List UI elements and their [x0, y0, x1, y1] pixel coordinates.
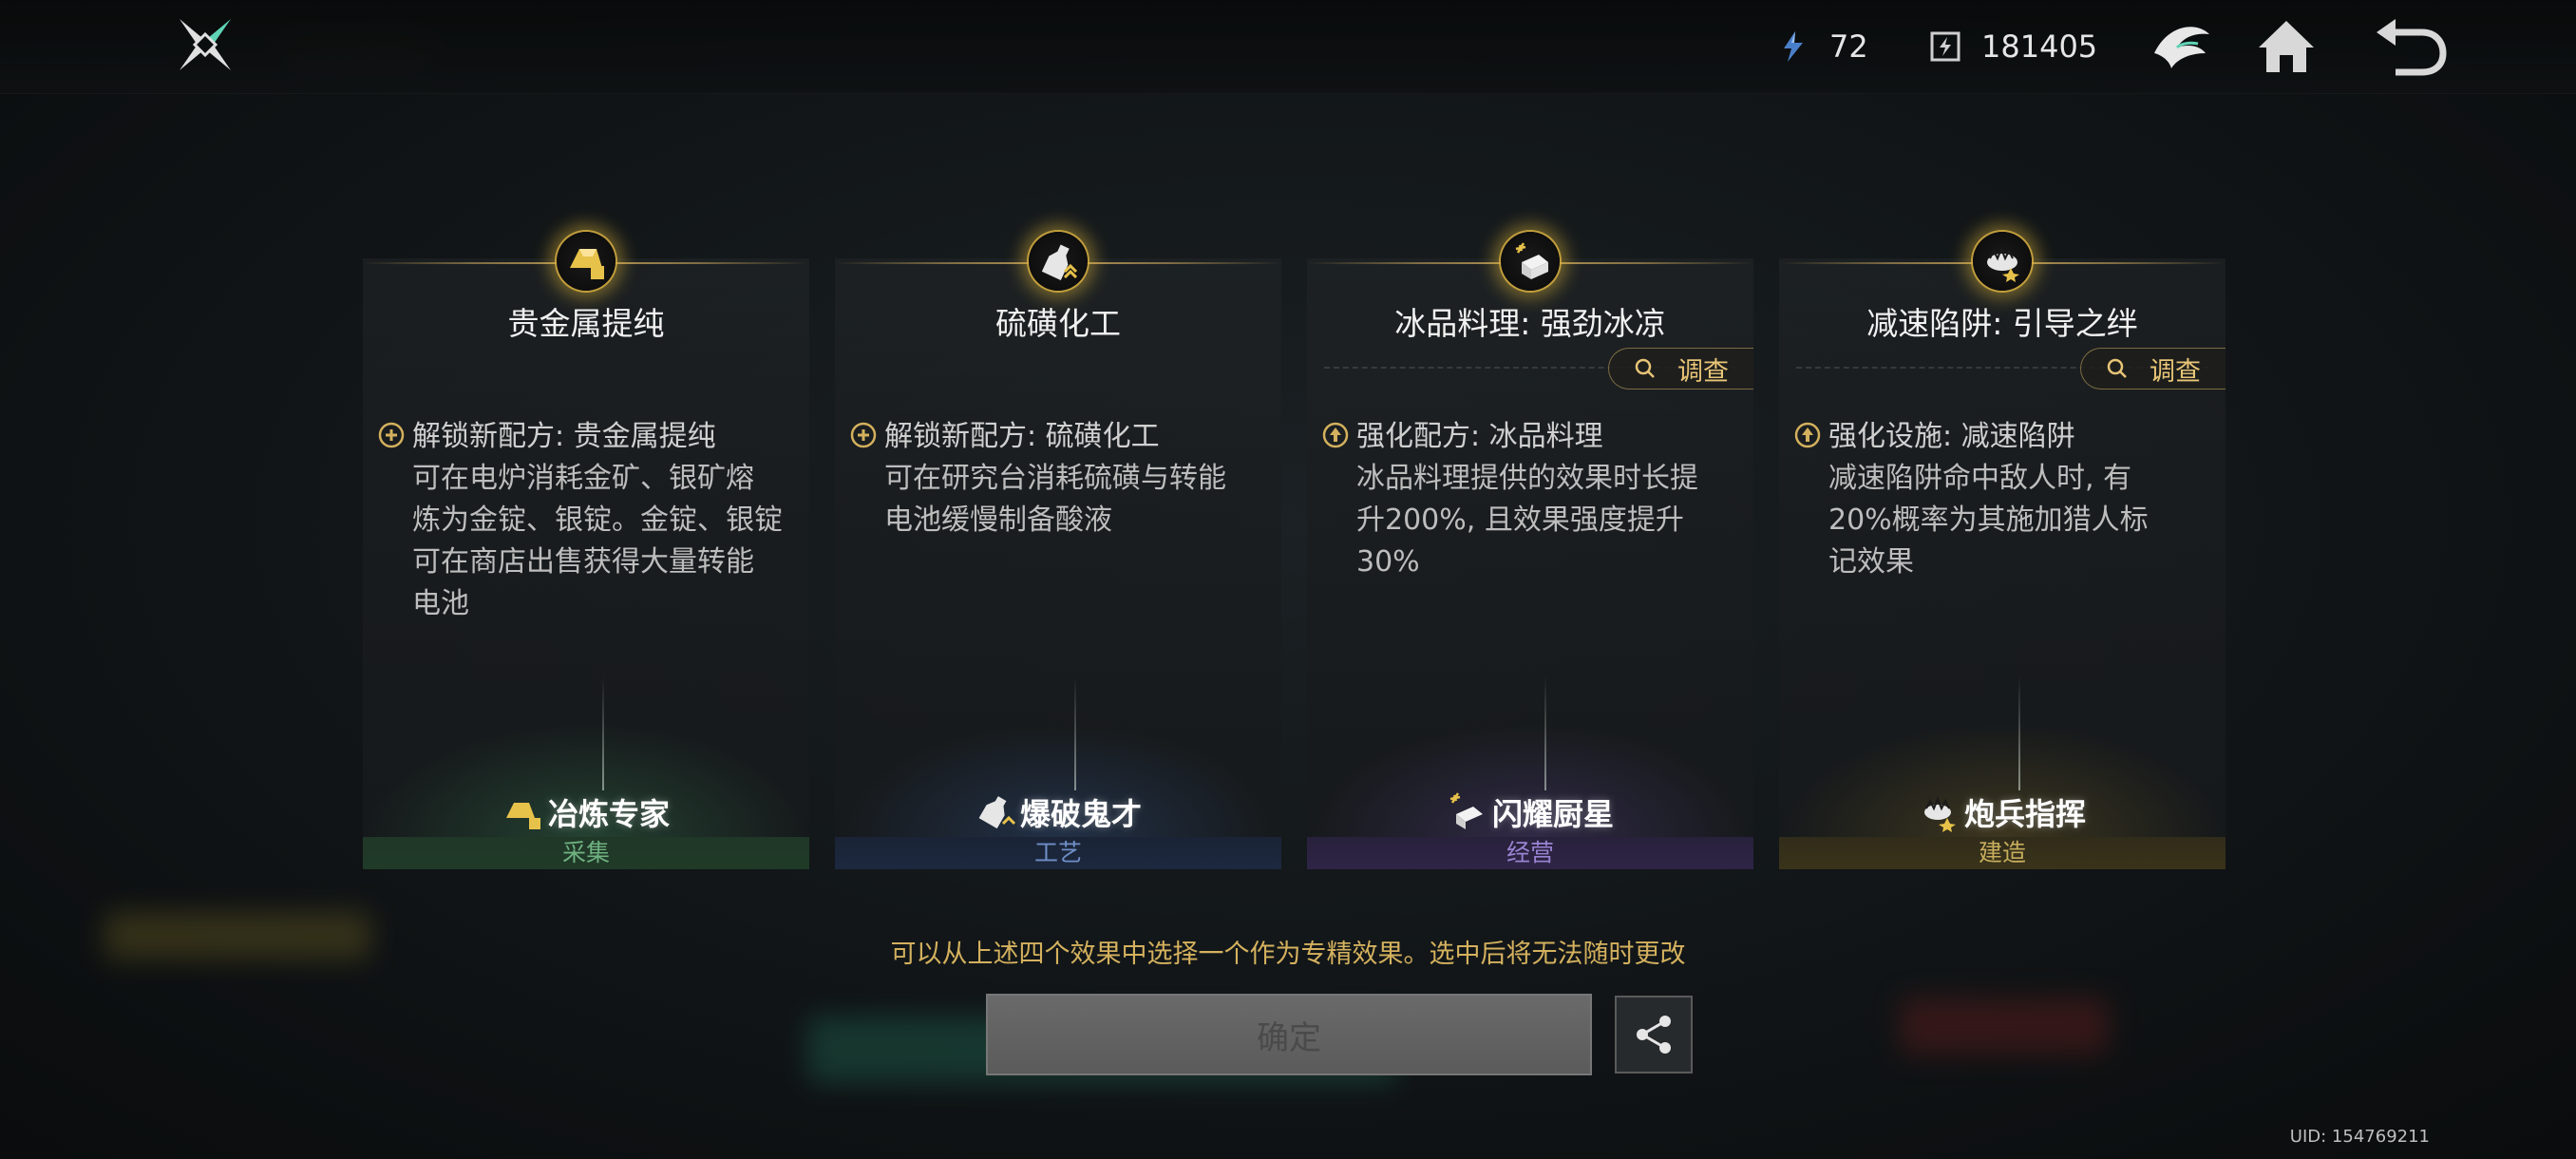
light-beam: [1544, 676, 1546, 790]
shining-chef-icon: [1449, 792, 1483, 829]
talent-name: 爆破鬼才: [1019, 796, 1142, 832]
effect-block: 强化设施: 减速陷阱 减速陷阱命中敌人时, 有 20%概率为其施加猎人标 记效果: [1794, 416, 2212, 583]
light-beam: [2018, 676, 2020, 790]
investigate-label: 调查: [2150, 356, 2201, 387]
category-bar: 经营: [1307, 837, 1753, 869]
effect-heading: 解锁新配方: 硫磺化工: [884, 420, 1160, 453]
upgrade-arrow-icon: [1794, 422, 1821, 448]
artillery-commander-icon: [1923, 796, 1956, 832]
back-arrow-icon[interactable]: [2371, 15, 2449, 78]
effect-heading: 强化配方: 冰品料理: [1356, 420, 1603, 453]
effect-line: 电池: [412, 587, 469, 620]
specialization-card[interactable]: 硫磺化工 解锁新配方: 硫磺化工 可在研究台消耗硫磺与转能 电池缓慢制备酸液 爆…: [835, 232, 1281, 869]
investigate-label: 调查: [1677, 356, 1729, 387]
card-title: 硫磺化工: [995, 305, 1121, 342]
gold-ingot-icon: [557, 232, 616, 291]
effect-line: 可在电炉消耗金矿、银矿熔: [412, 462, 754, 495]
search-icon: [2107, 358, 2127, 378]
faction-emblem-icon[interactable]: [2149, 15, 2215, 78]
category-bar: 建造: [1779, 837, 2226, 869]
card-title: 冰品料理: 强劲冰凉: [1394, 305, 1666, 342]
category-bar: 工艺: [835, 837, 1281, 869]
effect-line: 可在商店出售获得大量转能: [412, 545, 754, 579]
talent-name: 冶炼专家: [547, 796, 670, 832]
selection-notice: 可以从上述四个效果中选择一个作为专精效果。选中后将无法随时更改: [890, 940, 1686, 969]
talent-label: 爆破鬼才: [835, 790, 1281, 834]
search-icon: [1635, 358, 1655, 378]
specialization-card[interactable]: 减速陷阱: 引导之绊 调查 强化设施: 减速陷阱 减速陷阱命中敌人时, 有 20…: [1779, 232, 2226, 869]
effect-line: 冰品料理提供的效果时长提: [1356, 462, 1698, 495]
talent-label: 炮兵指挥: [1779, 790, 2226, 834]
background-blur: [1900, 998, 2109, 1054]
unlock-plus-icon: [378, 422, 405, 448]
effect-line: 升200%, 且效果强度提升: [1356, 504, 1684, 537]
user-id: UID: 154769211: [2289, 1127, 2430, 1147]
effect-line: 电池缓慢制备酸液: [884, 504, 1112, 537]
effect-line: 减速陷阱命中敌人时, 有: [1828, 462, 2132, 495]
effect-block: 强化配方: 冰品料理 冰品料理提供的效果时长提 升200%, 且效果强度提升 3…: [1322, 416, 1740, 583]
chip-counter[interactable]: 181405: [1926, 27, 2097, 66]
talent-name: 闪耀厨星: [1491, 796, 1614, 832]
effect-line: 20%概率为其施加猎人标: [1828, 504, 2149, 537]
effect-block: 解锁新配方: 硫磺化工 可在研究台消耗硫磺与转能 电池缓慢制备酸液: [850, 416, 1268, 542]
effect-block: 解锁新配方: 贵金属提纯 可在电炉消耗金矿、银矿熔 炼为金锭、银锭。金锭、银锭 …: [378, 416, 796, 625]
smelting-expert-icon: [505, 803, 540, 829]
card-title: 贵金属提纯: [507, 305, 665, 342]
card-title: 减速陷阱: 引导之绊: [1866, 305, 2138, 342]
talent-name: 炮兵指挥: [1963, 796, 2086, 832]
talent-label: 闪耀厨星: [1307, 790, 1753, 834]
light-beam: [602, 676, 604, 790]
investigate-button[interactable]: 调查: [2080, 348, 2226, 390]
sulfur-bottle-icon: [1029, 232, 1088, 291]
home-icon[interactable]: [2253, 15, 2320, 78]
unlock-plus-icon: [850, 422, 877, 448]
upgrade-arrow-icon: [1322, 422, 1349, 448]
demolition-genius-icon: [978, 796, 1016, 829]
effect-line: 炼为金锭、银锭。金锭、银锭: [412, 504, 783, 537]
confirm-button[interactable]: 确定: [986, 994, 1592, 1075]
specialization-card[interactable]: 贵金属提纯 解锁新配方: 贵金属提纯 可在电炉消耗金矿、银矿熔 炼为金锭、银锭。…: [363, 232, 809, 869]
energy-crystal-icon: [1784, 31, 1803, 62]
ice-dessert-icon: [1501, 232, 1560, 291]
light-beam: [1074, 676, 1076, 790]
chip-currency-icon: [1930, 31, 1960, 62]
effect-line: 30%: [1356, 545, 1420, 579]
effect-line: 可在研究台消耗硫磺与转能: [884, 462, 1226, 495]
talent-label: 冶炼专家: [363, 790, 809, 834]
crossed-blades-logo-icon[interactable]: [176, 15, 235, 74]
energy-value: 72: [1829, 28, 1868, 65]
share-button[interactable]: [1615, 996, 1693, 1074]
top-bar: 72 181405: [0, 0, 2576, 94]
slow-trap-icon: [1973, 232, 2032, 291]
energy-counter[interactable]: 72: [1774, 27, 1868, 66]
category-bar: 采集: [363, 837, 809, 869]
chip-value: 181405: [1981, 28, 2098, 65]
effect-heading: 解锁新配方: 贵金属提纯: [412, 420, 716, 453]
effect-heading: 强化设施: 减速陷阱: [1828, 420, 2075, 453]
effect-line: 记效果: [1828, 545, 1914, 579]
share-icon: [1637, 1016, 1671, 1054]
specialization-card[interactable]: 冰品料理: 强劲冰凉 调查 强化配方: 冰品料理 冰品料理提供的效果时长提 升2…: [1307, 232, 1753, 869]
investigate-button[interactable]: 调查: [1608, 348, 1753, 390]
